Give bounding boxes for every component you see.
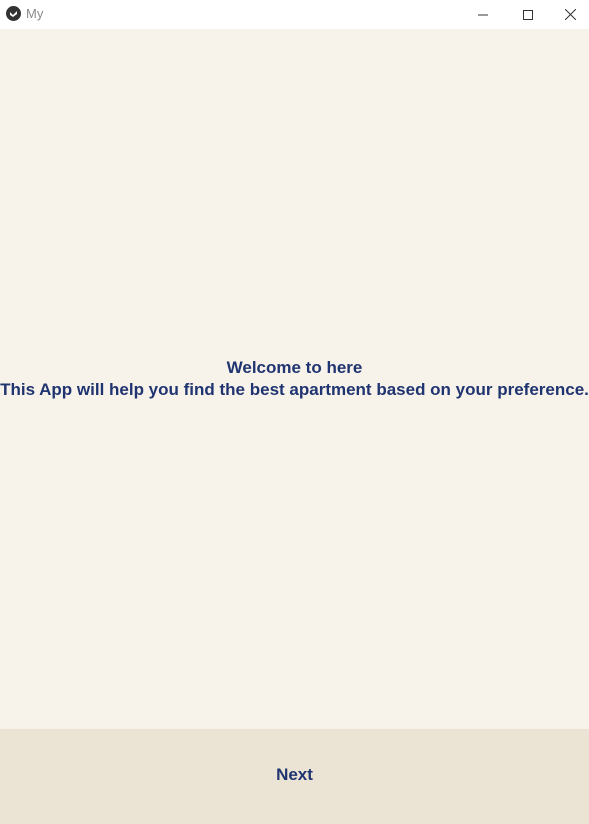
main-content: Welcome to here This App will help you f…	[0, 29, 589, 729]
title-bar[interactable]: My	[0, 0, 589, 29]
footer-bar: Next	[0, 729, 589, 824]
maximize-icon	[523, 9, 533, 20]
welcome-description: This App will help you find the best apa…	[0, 380, 589, 399]
minimize-icon	[478, 14, 488, 15]
app-icon	[6, 6, 21, 21]
close-icon	[564, 9, 576, 20]
welcome-heading: Welcome to here	[226, 358, 363, 377]
next-button[interactable]: Next	[276, 765, 313, 785]
welcome-message: Welcome to here This App will help you f…	[0, 357, 589, 401]
window-title: My	[26, 6, 44, 21]
close-button[interactable]	[551, 0, 589, 29]
app-window: My Welcome to here This App will help yo…	[0, 0, 589, 824]
maximize-button[interactable]	[505, 0, 551, 29]
minimize-button[interactable]	[460, 0, 506, 29]
